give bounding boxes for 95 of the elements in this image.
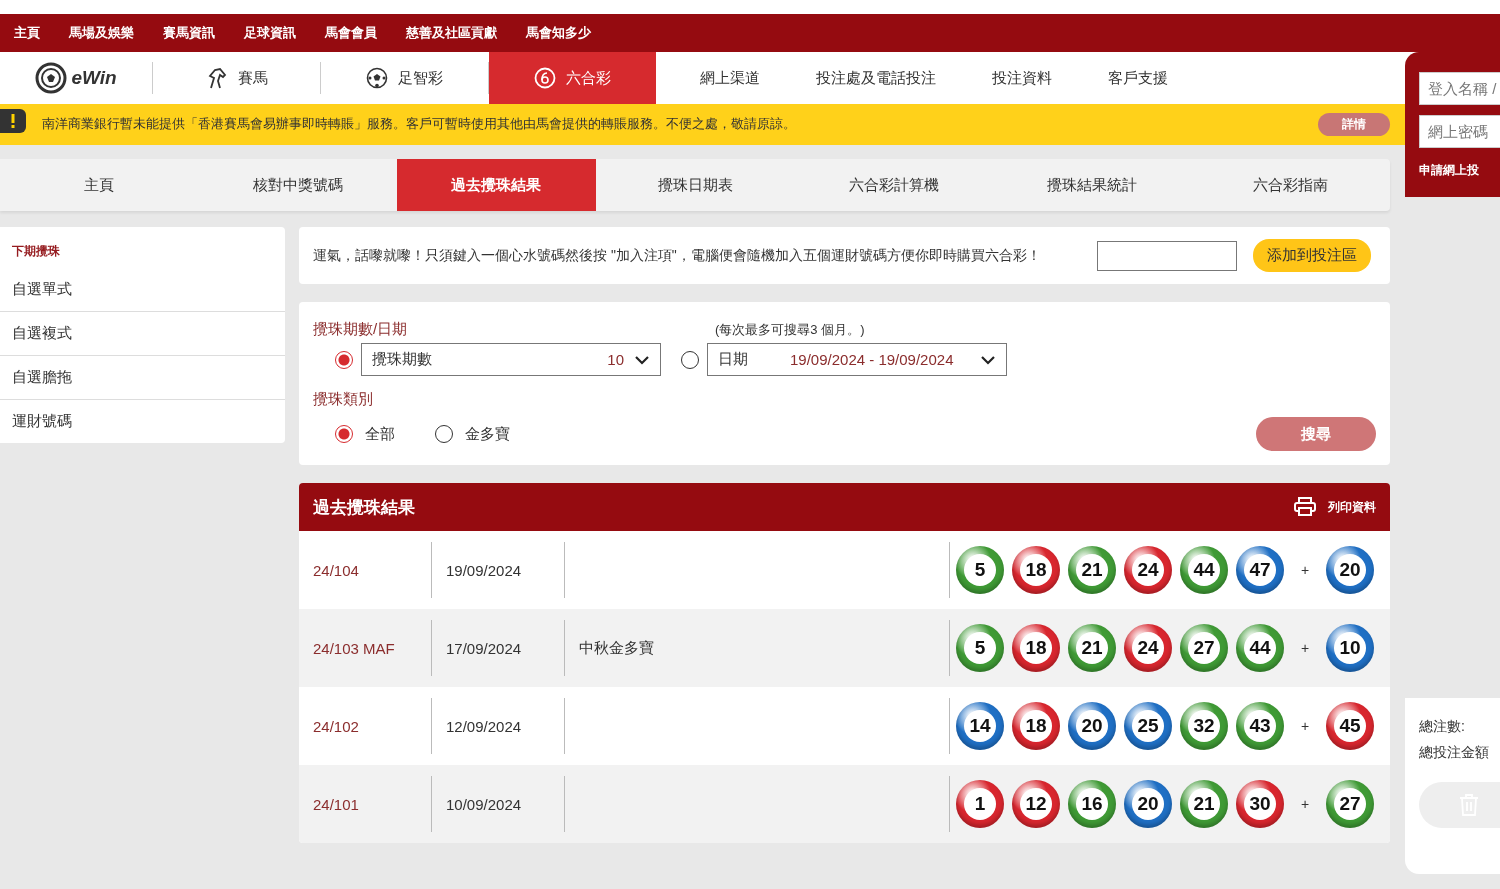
total-bets-label: 總注數:	[1419, 718, 1466, 736]
ewin-logo[interactable]: eWin	[0, 62, 153, 94]
lottery-ball: 10	[1326, 624, 1374, 672]
lottery-ball: 24	[1124, 546, 1172, 594]
top-nav-link[interactable]: 賽馬資訊	[163, 24, 215, 42]
lottery-ball: 12	[1012, 780, 1060, 828]
chevron-down-icon	[980, 354, 996, 365]
date-dropdown[interactable]: 日期 19/09/2024 - 19/09/2024	[707, 343, 1007, 376]
print-link[interactable]: 列印資料	[1328, 498, 1376, 516]
lottery-ball: 47	[1236, 546, 1284, 594]
product-tab[interactable]: 客戶支援	[1080, 62, 1196, 94]
draw-date: 12/09/2024	[445, 717, 523, 735]
lottery-ball: 1	[956, 780, 1004, 828]
lottery-ball: 5	[956, 546, 1004, 594]
product-tab[interactable]: 投注資料	[964, 62, 1080, 94]
lottery-ball: 43	[1236, 702, 1284, 750]
top-nav-link[interactable]: 主頁	[14, 24, 40, 42]
sidebar-item[interactable]: 自選單式	[0, 268, 285, 312]
top-nav-link[interactable]: 馬會知多少	[526, 24, 591, 42]
notice-text: 南洋商業銀行暫未能提供「香港賽馬會易辦事即時轉賬」服務。客戶可暫時使用其他由馬會提供的轉賬服務。不便之處，敬請原諒。	[42, 116, 797, 133]
plus-sign: +	[1299, 562, 1311, 578]
number-input[interactable]	[1097, 240, 1237, 271]
draw-number: 24/101	[313, 795, 360, 813]
tab[interactable]: 六合彩指南	[1191, 159, 1391, 211]
chevron-down-icon	[634, 354, 650, 365]
draw-date: 17/09/2024	[445, 639, 523, 657]
top-nav-link[interactable]: 足球資訊	[244, 24, 296, 42]
draw-date: 10/09/2024	[445, 795, 523, 813]
lottery-ball: 32	[1180, 702, 1228, 750]
lottery-ball: 21	[1180, 780, 1228, 828]
lottery-ball: 18	[1012, 702, 1060, 750]
draw-number: 24/104	[313, 561, 360, 579]
radio-label: 全部	[365, 424, 396, 444]
sidebar-item[interactable]: 自選膽拖	[0, 356, 285, 400]
lottery-ball: 20	[1124, 780, 1172, 828]
password-field[interactable]: 網上密碼	[1419, 115, 1500, 148]
tab[interactable]: 攪珠日期表	[595, 159, 795, 211]
product-tab[interactable]: 賽馬	[153, 62, 321, 94]
product-tab[interactable]: 六合彩	[489, 52, 656, 104]
draw-name: 中秋金多寶	[579, 638, 654, 656]
lottery-ball: 25	[1124, 702, 1172, 750]
plus-sign: +	[1299, 640, 1311, 656]
field-label: 攪珠期數/日期	[313, 320, 409, 339]
product-tab[interactable]: 足智彩	[321, 62, 489, 94]
top-nav-link[interactable]: 馬場及娛樂	[69, 24, 134, 42]
lottery-ball: 18	[1012, 546, 1060, 594]
lottery-ball: 20	[1326, 546, 1374, 594]
lottery-ball: 16	[1068, 780, 1116, 828]
draw-date: 19/09/2024	[445, 561, 523, 579]
lottery-ball: 24	[1124, 624, 1172, 672]
top-nav-link[interactable]: 馬會會員	[325, 24, 377, 42]
sidebar-item[interactable]: 自選複式	[0, 312, 285, 356]
plus-sign: +	[1299, 718, 1311, 734]
product-tab[interactable]: 網上渠道	[656, 62, 788, 94]
total-amount-label: 總投注金額	[1419, 744, 1490, 762]
radio-button[interactable]	[681, 350, 699, 369]
lottery-ball: 27	[1326, 780, 1374, 828]
sidebar-heading: 下期攪珠	[11, 243, 61, 260]
top-nav-link[interactable]: 慈善及社區貢獻	[406, 24, 497, 42]
tab[interactable]: 核對中獎號碼	[198, 159, 398, 211]
printer-icon[interactable]	[1294, 497, 1316, 517]
username-field[interactable]: 登入名稱 /	[1419, 72, 1500, 105]
draws-dropdown[interactable]: 攪珠期數 10	[361, 343, 661, 376]
draw-number: 24/102	[313, 717, 360, 735]
register-link[interactable]: 申請網上投	[1419, 162, 1500, 179]
lottery-ball: 21	[1068, 546, 1116, 594]
radio-button[interactable]	[335, 425, 353, 443]
plus-sign: +	[1299, 796, 1311, 812]
results-title: 過去攪珠結果	[313, 496, 416, 519]
lottery-ball: 45	[1326, 702, 1374, 750]
lottery-ball: 27	[1180, 624, 1228, 672]
lottery-ball: 20	[1068, 702, 1116, 750]
search-note: (每次最多可搜尋3 個月。)	[715, 320, 865, 339]
lottery-ball: 21	[1068, 624, 1116, 672]
field-label: 攪珠類別	[313, 390, 374, 409]
lottery-ball: 14	[956, 702, 1004, 750]
lottery-ball: 44	[1180, 546, 1228, 594]
product-tab[interactable]: 投注處及電話投注	[788, 62, 964, 94]
radio-button[interactable]	[335, 350, 353, 369]
lottery-ball: 44	[1236, 624, 1284, 672]
tab[interactable]: 攪珠結果統計	[992, 159, 1192, 211]
draw-number: 24/103 MAF	[313, 639, 396, 657]
radio-button[interactable]	[435, 425, 453, 443]
tab[interactable]: 過去攪珠結果	[397, 159, 596, 211]
sidebar-item[interactable]: 運財號碼	[0, 400, 285, 443]
add-to-slip-button[interactable]: 添加到投注區	[1253, 239, 1371, 272]
lottery-ball: 5	[956, 624, 1004, 672]
lucky-number-text: 運氣，話嚟就嚟！只須鍵入一個心水號碼然後按 "加入注項"，電腦便會隨機加入五個運財號碼方便你即時購買六合彩！	[313, 246, 1042, 265]
warning-icon	[0, 108, 26, 133]
radio-label: 金多寶	[465, 424, 511, 444]
tab[interactable]: 主頁	[0, 159, 199, 211]
tab[interactable]: 六合彩計算機	[794, 159, 993, 211]
lottery-ball: 18	[1012, 624, 1060, 672]
numbered-ball-icon	[534, 67, 556, 89]
lottery-ball: 30	[1236, 780, 1284, 828]
